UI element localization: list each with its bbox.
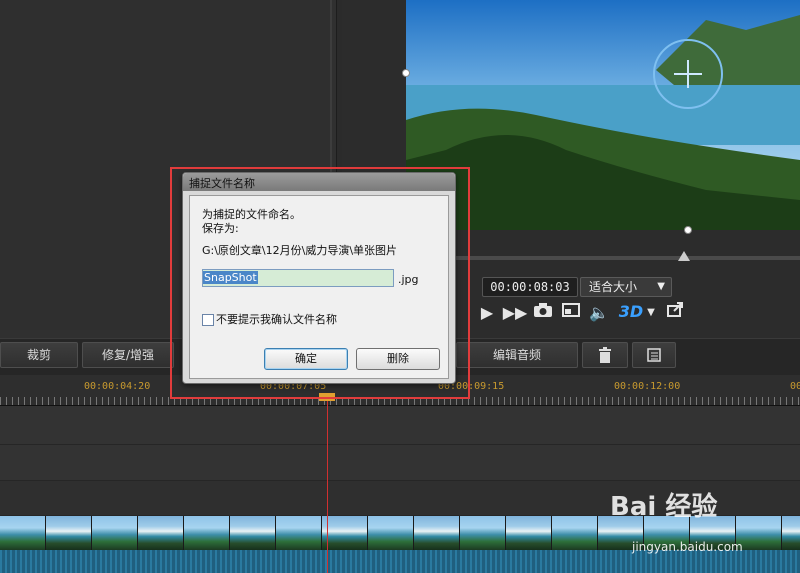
trash-icon [599,347,611,363]
dont-ask-label[interactable]: 不要提示我确认文件名称 [216,313,337,326]
delete-clip-button[interactable] [582,342,628,368]
dialog-title: 捕捉文件名称 [189,177,255,190]
volume-icon[interactable]: 🔈 [588,302,610,324]
dialog-prompt: 为捕捉的文件命名。 [202,208,301,221]
file-extension: .jpg [398,273,419,286]
dialog-title-bar[interactable]: 捕捉文件名称 [183,173,455,191]
camera-snapshot-icon[interactable] [532,302,554,324]
chevron-down-icon: ▼ [657,281,665,292]
clip-frame [552,516,598,550]
clip-frame [506,516,552,550]
clip-frame [92,516,138,550]
watermark-url: jingyan.baidu.com [632,540,743,554]
undock-preview-icon[interactable] [664,302,686,324]
trim-button[interactable]: 裁剪 [0,342,78,368]
ruler-tick-label: 00 [790,381,800,392]
clip-frame [138,516,184,550]
dont-ask-checkbox[interactable] [202,314,214,326]
ruler-tick-label: 00:00:12:00 [614,381,681,392]
timecode-display[interactable]: 00:00:08:03 [482,277,578,297]
scrub-thumb[interactable] [678,251,690,261]
playhead-line[interactable] [327,395,328,573]
clip-frame [0,516,46,550]
fit-size-label: 适合大小 [589,280,638,294]
fit-size-select[interactable]: 适合大小 ▼ [580,277,672,297]
resize-handle-bottom[interactable] [684,226,692,234]
save-path: G:\原创文章\12月份\威力导演\单张图片 [202,244,398,257]
ruler-tick-label: 00:00:04:20 [84,381,151,392]
display-mode-icon[interactable] [560,302,582,324]
save-as-label: 保存为: [202,222,239,235]
clip-frame [460,516,506,550]
clip-frame [276,516,322,550]
timeline-track[interactable] [0,406,800,445]
delete-button[interactable]: 删除 [356,348,440,370]
resize-handle-left[interactable] [402,69,410,77]
clip-frame [322,516,368,550]
timeline-track[interactable] [0,445,800,481]
3d-dropdown-icon[interactable]: ▼ [644,302,658,324]
fix-enhance-button[interactable]: 修复/增强 [82,342,174,368]
clip-frame [230,516,276,550]
clip-frame [368,516,414,550]
clip-frame [782,516,800,550]
clip-frame [46,516,92,550]
list-menu-icon [647,348,661,362]
capture-filename-dialog: 捕捉文件名称 为捕捉的文件命名。 保存为: G:\原创文章\12月份\威力导演\… [182,172,456,384]
filename-input[interactable]: SnapShot [202,269,394,287]
play-icon[interactable]: ▶ [476,302,498,324]
clip-frame [414,516,460,550]
clip-frame [184,516,230,550]
ok-button[interactable]: 确定 [264,348,348,370]
dialog-body: 为捕捉的文件命名。 保存为: G:\原创文章\12月份\威力导演\单张图片 Sn… [189,195,449,379]
baidu-watermark: Bai 经验 [610,492,718,522]
3d-mode-button[interactable]: 3D [618,301,644,323]
edit-audio-button[interactable]: 编辑音频 [456,342,578,368]
fast-forward-icon[interactable]: ▶▶ [502,302,528,324]
filename-value: SnapShot [203,271,258,284]
more-functions-button[interactable] [632,342,676,368]
